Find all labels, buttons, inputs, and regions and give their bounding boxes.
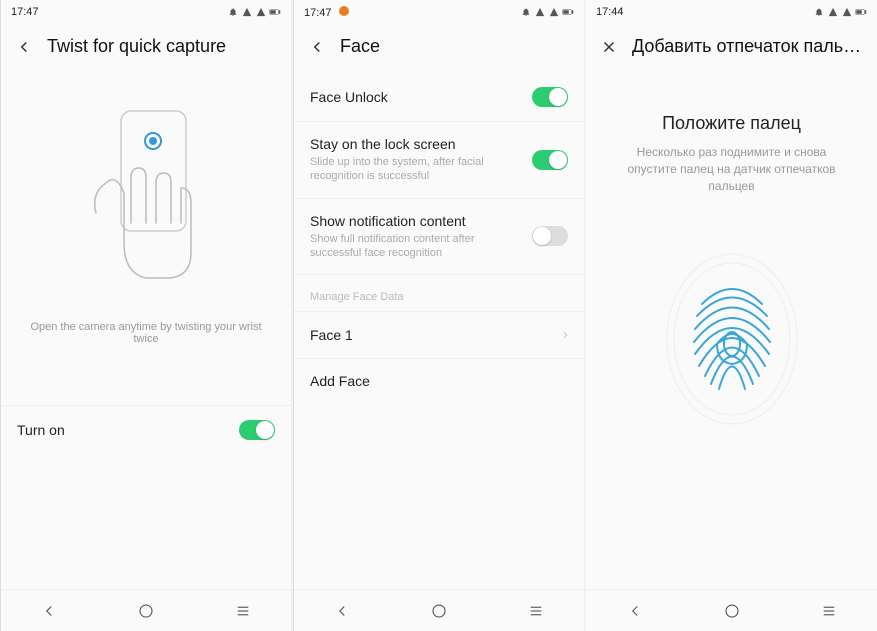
screen-twist-capture: 17:47 Twist for quick capture Open the c… [0, 0, 291, 631]
close-icon[interactable] [600, 38, 618, 56]
row-label: Face Unlock [310, 89, 522, 105]
nav-recent-icon[interactable] [234, 602, 252, 620]
row-sub: Show full notification content after suc… [310, 232, 522, 261]
fingerprint-sub: Несколько раз поднимите и снова опустите… [586, 134, 877, 194]
notification-icon [813, 7, 825, 17]
nav-recent-icon[interactable] [527, 602, 545, 620]
nav-bar [1, 589, 291, 631]
back-icon[interactable] [308, 38, 326, 56]
battery-icon [562, 7, 574, 17]
screen-fingerprint: 17:44 Добавить отпечаток паль… Положите … [586, 0, 877, 631]
signal-icon-2 [548, 7, 560, 17]
status-icons [520, 7, 574, 17]
nav-back-icon[interactable] [40, 602, 58, 620]
page-title: Добавить отпечаток паль… [632, 36, 861, 57]
nav-back-icon[interactable] [626, 602, 644, 620]
face-unlock-row[interactable]: Face Unlock [294, 73, 584, 122]
status-time: 17:44 [596, 6, 624, 18]
screen-face: 17:47 Face Face Unlock Stay on the lock … [293, 0, 584, 631]
turn-on-toggle[interactable] [239, 420, 275, 440]
row-label: Show notification content [310, 213, 522, 229]
section-header: Manage Face Data [294, 275, 584, 312]
battery-icon [855, 7, 867, 17]
notification-icon [227, 7, 239, 17]
show-notif-toggle[interactable] [532, 226, 568, 246]
status-time-wrap: 17:47 [304, 6, 349, 19]
notification-icon [520, 7, 532, 17]
status-icons [813, 7, 867, 17]
stay-lock-toggle[interactable] [532, 150, 568, 170]
chevron-right-icon: › [563, 326, 568, 344]
stay-lock-row[interactable]: Stay on the lock screen Slide up into th… [294, 122, 584, 199]
signal-icon [534, 7, 546, 17]
status-bar: 17:47 [294, 0, 584, 24]
status-bar: 17:44 [586, 0, 877, 24]
nav-back-icon[interactable] [333, 602, 351, 620]
row-sub: Slide up into the system, after facial r… [310, 155, 522, 184]
header: Добавить отпечаток паль… [586, 24, 877, 73]
row-label: Stay on the lock screen [310, 136, 522, 152]
face-1-row[interactable]: Face 1 › [294, 312, 584, 359]
nav-bar [294, 589, 584, 631]
header: Face [294, 24, 584, 73]
signal-icon-2 [841, 7, 853, 17]
signal-icon-2 [255, 7, 267, 17]
signal-icon [241, 7, 253, 17]
twist-illustration [1, 103, 291, 303]
nav-bar [586, 589, 877, 631]
fingerprint-illustration [586, 244, 877, 434]
header: Twist for quick capture [1, 24, 291, 73]
content-area: Положите палец Несколько раз поднимите и… [586, 73, 877, 589]
signal-icon [827, 7, 839, 17]
fingerprint-heading: Положите палец [586, 113, 877, 134]
battery-icon [269, 7, 281, 17]
back-icon[interactable] [15, 38, 33, 56]
status-time: 17:47 [11, 6, 39, 18]
nav-home-icon[interactable] [723, 602, 741, 620]
nav-home-icon[interactable] [137, 602, 155, 620]
content-area: Face Unlock Stay on the lock screen Slid… [294, 73, 584, 589]
page-title: Twist for quick capture [47, 36, 226, 57]
face-unlock-toggle[interactable] [532, 87, 568, 107]
turn-on-row[interactable]: Turn on [1, 405, 291, 454]
nav-recent-icon[interactable] [820, 602, 838, 620]
notification-dot-icon [339, 6, 349, 16]
row-label: Add Face [310, 373, 370, 389]
nav-home-icon[interactable] [430, 602, 448, 620]
description-text: Open the camera anytime by twisting your… [1, 321, 291, 345]
row-label: Face 1 [310, 327, 353, 343]
toggle-label: Turn on [17, 422, 65, 438]
status-bar: 17:47 [1, 0, 291, 24]
add-face-row[interactable]: Add Face [294, 359, 584, 403]
status-icons [227, 7, 281, 17]
page-title: Face [340, 36, 380, 57]
show-notif-row[interactable]: Show notification content Show full noti… [294, 199, 584, 276]
content-area: Open the camera anytime by twisting your… [1, 73, 291, 589]
